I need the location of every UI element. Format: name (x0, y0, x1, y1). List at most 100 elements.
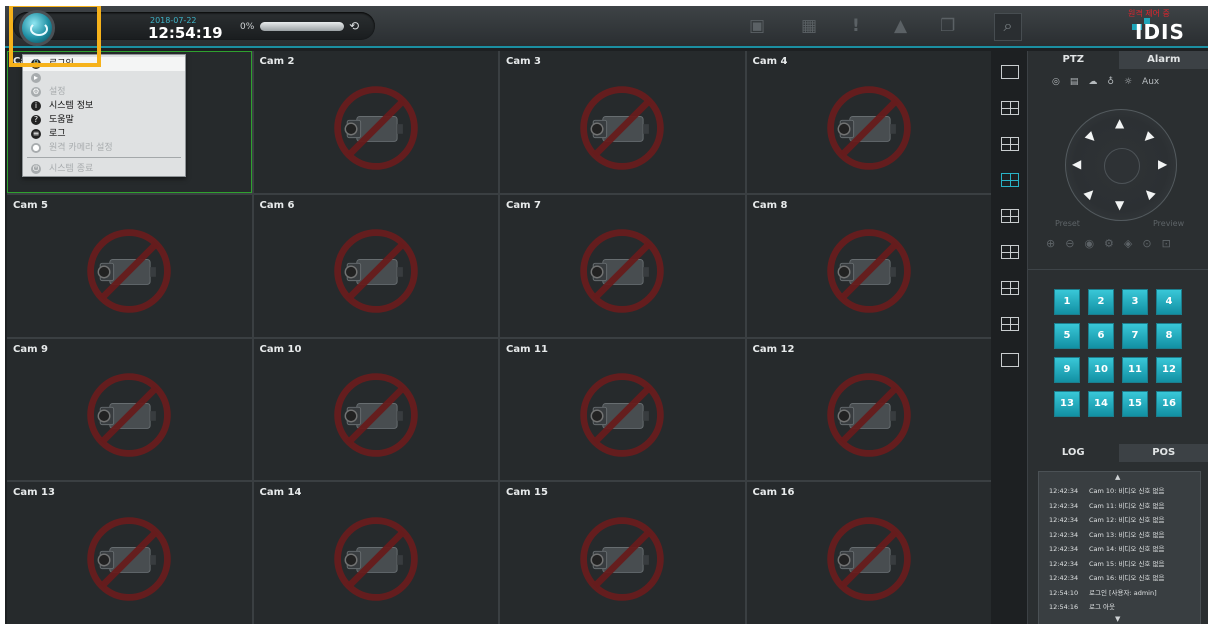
camera-select-button[interactable]: 13 (1054, 391, 1080, 417)
camera-select-button[interactable]: 15 (1122, 391, 1148, 417)
camera-select-button[interactable]: 16 (1156, 391, 1182, 417)
scroll-up-icon[interactable]: ▲ (1115, 473, 1120, 481)
progress-percent: 0% (240, 22, 255, 32)
preset-remove-icon[interactable]: ⊖ (1065, 237, 1074, 251)
camera-tile[interactable]: Cam 2 (253, 51, 498, 193)
layout-1plus7-icon[interactable] (1001, 317, 1019, 331)
cloud-icon[interactable]: ☁ (1088, 77, 1097, 91)
light-icon[interactable]: ☼ (1124, 77, 1132, 91)
arrow-right-icon[interactable]: ▶ (1158, 157, 1167, 171)
top-bar: 2018-07-22 12:54:19 0% ⟲ ▣ ▦ ! ▲ ❐ ⌕ 원격 … (5, 6, 1208, 67)
arrow-down-right-icon[interactable]: ▲ (1140, 185, 1156, 201)
help-icon: ? (31, 115, 41, 125)
camera-tile[interactable]: Cam 13 (7, 482, 252, 624)
no-camera-icon (87, 373, 172, 457)
menu-separator (27, 157, 181, 158)
film-icon[interactable]: ▦ (801, 16, 817, 36)
camera-select-button[interactable]: 10 (1088, 357, 1114, 383)
bell-icon[interactable]: ▲ (894, 16, 907, 36)
preset-add-icon[interactable]: ⊕ (1046, 237, 1055, 251)
camera-tile[interactable]: Cam 10 (253, 338, 498, 481)
camera-select-button[interactable]: 6 (1088, 323, 1114, 349)
camera-select-button[interactable]: 8 (1156, 323, 1182, 349)
camera-select-button[interactable]: 2 (1088, 289, 1114, 315)
preset-controls: ⊕ ⊖ ◉ ⚙ ◈ ⊙ ⊡ (1046, 237, 1196, 251)
camera-select-button[interactable]: 12 (1156, 357, 1182, 383)
arrow-up-left-icon[interactable]: ▼ (1082, 129, 1098, 145)
camera-tile[interactable]: Cam 8 (746, 194, 991, 337)
exclamation-icon[interactable]: ! (852, 16, 860, 36)
camera-tile[interactable]: Cam 3 (500, 51, 745, 193)
camera-select-button[interactable]: 9 (1054, 357, 1080, 383)
camera-select-button[interactable]: 7 (1122, 323, 1148, 349)
no-camera-icon (333, 517, 418, 601)
search-icon[interactable]: ⌕ (994, 13, 1022, 41)
windows-icon[interactable]: ❐ (940, 16, 955, 36)
menu-item[interactable]: ? 도움말 (23, 113, 185, 127)
menu-icon[interactable]: ▤ (1070, 77, 1079, 91)
camera-tile[interactable]: Cam 4 (746, 51, 991, 193)
layout-1plus5-icon[interactable] (1001, 245, 1019, 259)
preset-target-icon[interactable]: ◈ (1124, 237, 1132, 251)
layout-1x1-icon[interactable] (1001, 65, 1019, 79)
menu-item[interactable]: ≡ 로그 (23, 127, 185, 141)
scroll-down-icon[interactable]: ▼ (1115, 615, 1120, 623)
info-icon: i (31, 101, 41, 111)
log-entry: 12:42:34 Cam 12: 비디오 신호 없음 (1049, 514, 1164, 524)
arrow-up-right-icon[interactable]: ▼ (1140, 129, 1156, 145)
camera-tile[interactable]: Cam 7 (500, 194, 745, 337)
camera-label: Cam 10 (259, 343, 302, 355)
no-camera-icon (87, 517, 172, 601)
preset-settings-icon[interactable]: ⚙ (1104, 237, 1114, 251)
ptz-tabs: PTZ Alarm (1028, 51, 1208, 69)
fullscreen-icon[interactable] (1001, 353, 1019, 367)
camera-tile[interactable]: Cam 12 (746, 338, 991, 481)
tab-log[interactable]: LOG (1028, 444, 1119, 462)
camera-select-button[interactable]: 11 (1122, 357, 1148, 383)
preset-go-icon[interactable]: ◉ (1084, 237, 1094, 251)
arrow-down-left-icon[interactable]: ▲ (1082, 185, 1098, 201)
no-camera-icon (87, 229, 172, 314)
log-text: Cam 16: 비디오 신호 없음 (1089, 574, 1165, 582)
tab-pos[interactable]: POS (1118, 444, 1208, 462)
layout-5x5-icon[interactable] (1001, 209, 1019, 223)
menu-item[interactable]: 🔒 로그인 (23, 57, 185, 71)
camera-select-button[interactable]: 14 (1088, 391, 1114, 417)
camera-label: Cam 4 (752, 56, 788, 67)
ptz-joystick[interactable]: ▲ ▼ ◀ ▶ ▼ ▼ ▲ ▲ (1065, 109, 1177, 221)
log-entry: 12:54:10 로그인 [사용자: admin] (1049, 587, 1157, 597)
camera-tile[interactable]: Cam 16 (746, 482, 991, 624)
camera-select-button[interactable]: 4 (1156, 289, 1182, 315)
layout-2x2-icon[interactable] (1001, 101, 1019, 115)
camera-tile[interactable]: Cam 15 (500, 482, 745, 624)
layout-3x3-icon[interactable] (1001, 137, 1019, 151)
log-list[interactable]: ▲ ▼ 12:42:34 Cam 10: 비디오 신호 없음 12:42:34 Cam… (1038, 471, 1201, 624)
focus-icon[interactable]: ◎ (1052, 77, 1060, 91)
preset-expand-icon[interactable]: ⊡ (1162, 237, 1171, 251)
log-text: Cam 12: 비디오 신호 없음 (1089, 516, 1165, 524)
joystick-center[interactable] (1104, 148, 1140, 184)
preset-play-icon[interactable]: ⊙ (1142, 237, 1151, 251)
main-menu-button[interactable] (19, 10, 55, 46)
image-icon[interactable]: ▣ (749, 16, 765, 36)
camera-select-button[interactable]: 3 (1122, 289, 1148, 315)
arrow-down-icon[interactable]: ▼ (1115, 198, 1124, 212)
camera-tile[interactable]: Cam 11 (500, 338, 745, 481)
arrow-up-icon[interactable]: ▲ (1115, 116, 1124, 130)
camera-tile[interactable]: Cam 5 (7, 194, 252, 337)
camera-tile[interactable]: Cam 14 (253, 482, 498, 624)
history-icon[interactable]: ⟲ (349, 19, 359, 33)
camera-select-button[interactable]: 1 (1054, 289, 1080, 315)
tab-alarm[interactable]: Alarm (1118, 51, 1208, 69)
camera-tile[interactable]: Cam 9 (7, 338, 252, 481)
menu-item: ● 원격 카메라 설정 (23, 141, 185, 155)
layout-4x4-icon[interactable] (1001, 173, 1019, 187)
arrow-left-icon[interactable]: ◀ (1072, 157, 1081, 171)
layout-6x6-icon[interactable] (1001, 281, 1019, 295)
bulb-icon[interactable]: ♁ (1107, 77, 1114, 91)
tab-ptz[interactable]: PTZ (1028, 51, 1119, 69)
camera-tile[interactable]: Cam 6 (253, 194, 498, 337)
menu-item[interactable]: i 시스템 정보 (23, 99, 185, 113)
aux-button[interactable]: Aux (1142, 77, 1159, 91)
camera-select-button[interactable]: 5 (1054, 323, 1080, 349)
